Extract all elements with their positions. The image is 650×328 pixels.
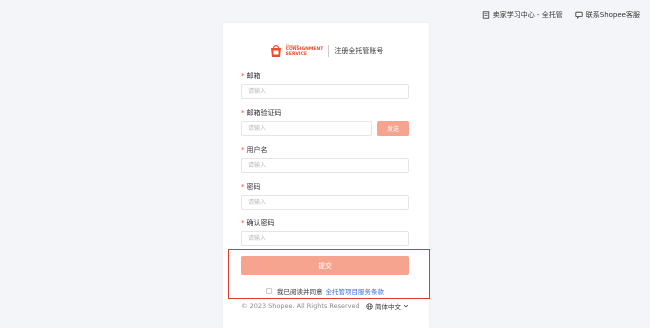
learning-center-link[interactable]: 卖家学习中心 - 全托管 [482, 10, 563, 20]
chevron-down-icon [403, 304, 409, 308]
email-code-label-text: 邮箱验证码 [246, 109, 282, 117]
logo-header: Shopee CONSIGNMENT SERVICE 注册全托管账号 [223, 44, 429, 58]
top-bar: 卖家学习中心 - 全托管 联系Shopee客服 [482, 10, 640, 20]
email-input[interactable] [241, 84, 409, 99]
book-icon [482, 11, 489, 19]
password-input[interactable] [241, 195, 409, 210]
send-code-button[interactable]: 发送 [377, 121, 409, 136]
learning-center-label: 卖家学习中心 - 全托管 [492, 11, 563, 19]
required-mark: * [241, 146, 245, 154]
email-code-field-group: *邮箱验证码 发送 [241, 109, 409, 136]
username-label: * 用户名 [241, 146, 409, 155]
contact-service-link[interactable]: 联系Shopee客服 [575, 10, 640, 20]
contact-service-label: 联系Shopee客服 [585, 11, 640, 19]
copyright-text: © 2023 Shopee. All Rights Reserved [241, 302, 360, 310]
confirm-password-input[interactable] [241, 231, 409, 246]
agree-checkbox[interactable] [266, 288, 272, 294]
register-card: Shopee CONSIGNMENT SERVICE 注册全托管账号 *邮箱 *… [223, 23, 429, 328]
agree-text: 我已阅读并同意 [277, 288, 323, 296]
email-code-input[interactable] [241, 121, 372, 136]
required-mark: * [241, 183, 245, 191]
terms-link[interactable]: 全托管项目服务条款 [326, 286, 385, 296]
username-label-text: 用户名 [246, 146, 268, 154]
chat-icon [575, 11, 583, 19]
required-mark: * [241, 72, 245, 80]
confirm-password-label-text: 确认密码 [246, 219, 275, 227]
email-code-label: * 邮箱验证码 [241, 109, 409, 118]
logo-divider [328, 45, 330, 57]
shopee-bag-icon [270, 45, 281, 57]
password-label-text: 密码 [246, 183, 261, 191]
brand-line2: SERVICE [285, 51, 307, 57]
email-field-group: * 邮箱 [241, 72, 409, 99]
username-input[interactable] [241, 158, 409, 173]
language-selector[interactable]: 简体中文 [366, 301, 409, 311]
language-label: 简体中文 [375, 303, 401, 311]
confirm-password-field-group: * 确认密码 [241, 219, 409, 246]
username-field-group: * 用户名 [241, 146, 409, 173]
password-label: * 密码 [241, 183, 409, 192]
page-title: 注册全托管账号 [334, 47, 384, 55]
globe-icon [366, 302, 373, 310]
email-label-text: 邮箱 [246, 72, 261, 80]
required-mark: * [241, 109, 245, 117]
confirm-password-label: * 确认密码 [241, 219, 409, 228]
required-mark: * [241, 219, 245, 227]
email-label: * 邮箱 [241, 72, 409, 81]
consignment-logo: Shopee CONSIGNMENT SERVICE [269, 44, 323, 58]
terms-agreement: 我已阅读并同意 全托管项目服务条款 [241, 286, 409, 296]
submit-button[interactable]: 提交 [241, 256, 409, 275]
footer: © 2023 Shopee. All Rights Reserved 简体中文 [241, 301, 409, 311]
password-field-group: * 密码 [241, 183, 409, 210]
